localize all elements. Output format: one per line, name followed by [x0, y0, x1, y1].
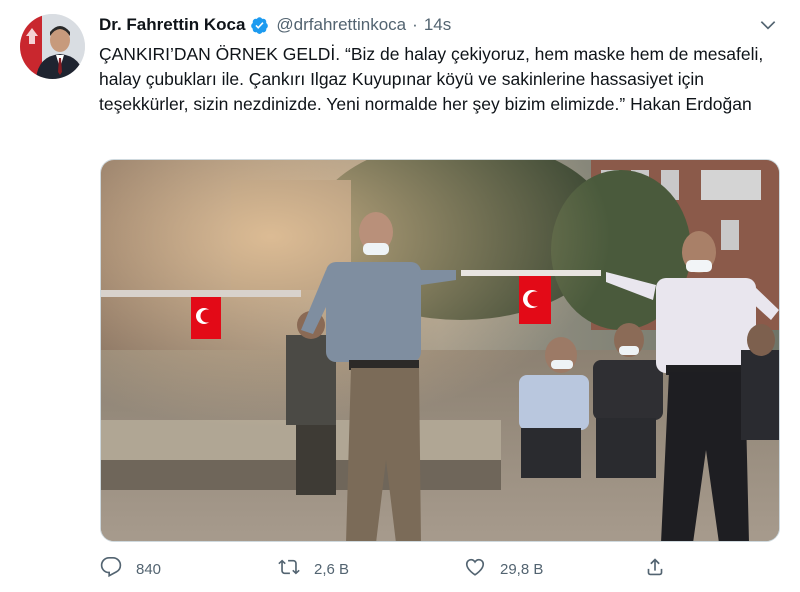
reply-count: 840: [136, 560, 162, 578]
reply-button[interactable]: 840: [100, 556, 161, 582]
author-display-name[interactable]: Dr. Fahrettin Koca: [99, 15, 245, 35]
tweet-text: ÇANKIRI’DAN ÖRNEK GELDİ. “Biz de halay ç…: [99, 44, 764, 114]
heart-icon: [464, 556, 486, 582]
retweet-count: 2,6 B: [314, 560, 350, 578]
tweet-header: Dr. Fahrettin Koca @drfahrettinkoca · 14…: [99, 13, 780, 37]
avatar-image: [20, 14, 85, 79]
tweet-video[interactable]: [100, 159, 780, 542]
tweet: Dr. Fahrettin Koca @drfahrettinkoca · 14…: [0, 0, 800, 592]
tweet-actions: 840 2,6 B 29,8 B: [100, 556, 700, 584]
separator-dot: ·: [412, 15, 418, 34]
video-frame: [101, 160, 779, 541]
avatar[interactable]: [20, 14, 85, 79]
chevron-down-icon[interactable]: [758, 15, 778, 35]
share-button[interactable]: [644, 556, 666, 582]
like-button[interactable]: 29,8 B: [464, 556, 543, 582]
like-count: 29,8 B: [500, 560, 544, 578]
share-icon: [644, 556, 666, 582]
retweet-button[interactable]: 2,6 B: [278, 556, 349, 582]
reply-icon: [100, 556, 122, 582]
tweet-timestamp[interactable]: 14s: [424, 15, 451, 35]
verified-badge-icon: [250, 16, 269, 35]
retweet-icon: [278, 556, 300, 582]
author-handle[interactable]: @drfahrettinkoca: [276, 15, 406, 35]
